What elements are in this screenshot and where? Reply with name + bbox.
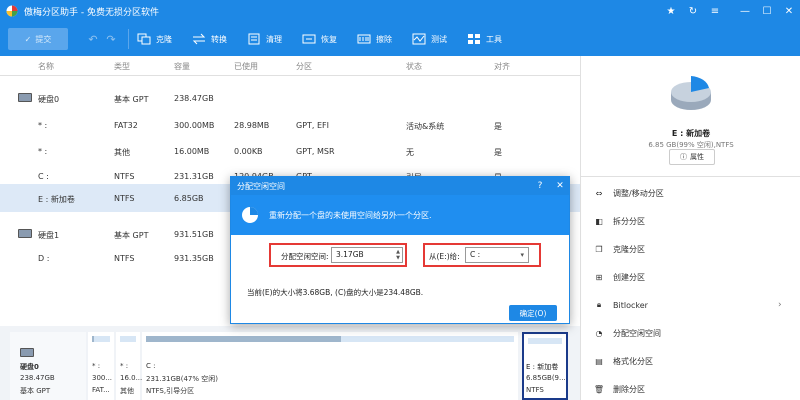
wipe-icon (357, 34, 371, 44)
usage-bar (120, 336, 136, 342)
maximize-button[interactable]: ☐ (756, 0, 778, 22)
table-row[interactable]: * : FAT32 300.00MB 28.98MB GPT, EFI 活动&系… (0, 111, 580, 139)
check-icon: ✓ (24, 34, 32, 44)
dialog-banner: 重新分配一个盘的未使用空间给另外一个分区. (231, 195, 569, 235)
dialog-title: 分配空闲空间 (237, 181, 285, 191)
disk-map-partition[interactable]: * : 16.0... 其他 (116, 332, 142, 400)
column-header[interactable]: 状态 (406, 61, 422, 72)
clone-icon: ❐ (595, 244, 603, 254)
dialog-close-button[interactable]: ✕ (551, 177, 569, 195)
drive-pie-icon (671, 76, 711, 110)
usage-bar (146, 336, 514, 342)
recover-icon (302, 34, 316, 44)
dialog-body: 分配空闲空间: 3.17GB ▲ ▼ 从(E:)给: C : ▾ 当前(E)的大小… (231, 235, 569, 323)
hard-disk-icon (18, 229, 32, 238)
clone-button[interactable]: 克隆 (137, 33, 172, 45)
properties-button[interactable]: ⓘ 属性 (669, 149, 715, 165)
table-row[interactable]: * : 其他 16.00MB 0.00KB GPT, MSR 无 是 (0, 137, 580, 165)
disk-row[interactable]: 硬盘0 基本 GPT 238.47GB (0, 84, 580, 112)
op-resize-move[interactable]: ⇔ 调整/移动分区 (593, 186, 664, 200)
chevron-down-icon: ▾ (520, 251, 524, 259)
hard-disk-icon (20, 348, 34, 357)
divider (581, 176, 800, 177)
recover-button[interactable]: 恢复 (302, 33, 337, 45)
lock-icon: 🔒︎ (596, 300, 602, 309)
undo-icon[interactable]: ↶ (86, 33, 100, 46)
from-drive-select[interactable]: C : ▾ (465, 247, 529, 263)
disk-map-disk-label[interactable]: 硬盘0 238.47GB 基本 GPT (10, 332, 86, 400)
wipe-button[interactable]: 擦除 (357, 33, 392, 45)
redo-icon[interactable]: ↷ (104, 33, 118, 46)
free-space-label: 分配空闲空间: (281, 252, 329, 261)
op-clone[interactable]: ❐ 克隆分区 (593, 242, 645, 256)
column-header[interactable]: 名称 (38, 61, 54, 72)
chevron-right-icon: › (778, 300, 782, 310)
split-icon: ◧ (595, 216, 603, 226)
op-create[interactable]: ⊞ 创建分区 (593, 270, 645, 284)
app-logo-icon (6, 5, 18, 17)
title-bar: 傲梅分区助手 - 免费无损分区软件 ★ ↻ ≡ — ☐ ✕ (0, 0, 800, 22)
menu-icon[interactable]: ≡ (704, 0, 726, 22)
dialog-title-bar: 分配空闲空间 ? ✕ (231, 177, 569, 195)
trash-icon: 🗑︎ (593, 384, 605, 394)
drive-name: E : 新加卷 (671, 129, 711, 138)
clean-icon (248, 33, 260, 45)
op-allocate-free-space[interactable]: ◔ 分配空闲空间 (593, 326, 662, 340)
from-drive-label: 从(E:)给: (429, 252, 460, 261)
dialog-description: 重新分配一个盘的未使用空间给另外一个分区. (269, 210, 432, 220)
tools-icon (468, 34, 480, 44)
column-header[interactable]: 类型 (114, 61, 130, 72)
op-format[interactable]: ▤ 格式化分区 (593, 354, 653, 368)
submit-label: 提交 (35, 34, 52, 44)
usage-bar (528, 338, 562, 344)
close-button[interactable]: ✕ (778, 0, 800, 22)
usage-bar (92, 336, 110, 342)
pie-chart-icon (242, 207, 258, 223)
column-header[interactable]: 对齐 (494, 61, 510, 72)
size-info-text: 当前(E)的大小将3.68GB, (C)盘的大小是234.48GB. (247, 288, 424, 297)
toolbar-divider (128, 29, 129, 49)
convert-icon (192, 33, 206, 45)
window-title: 傲梅分区助手 - 免费无损分区软件 (24, 7, 159, 18)
op-bitlocker[interactable]: 🔒︎ Bitlocker › (593, 298, 782, 312)
hard-disk-icon (18, 93, 32, 102)
clone-icon (137, 33, 151, 45)
spin-arrows-icon[interactable]: ▲ ▼ (396, 249, 400, 261)
tools-button[interactable]: 工具 (467, 33, 502, 45)
allocate-icon: ◔ (595, 328, 603, 338)
op-split[interactable]: ◧ 拆分分区 (593, 214, 645, 228)
refresh-icon[interactable]: ↻ (682, 0, 704, 22)
operations-panel: E : 新加卷 6.85 GB(99% 空闲),NTFS ⓘ 属性 ⇔ 调整/移… (580, 56, 800, 400)
column-header[interactable]: 容量 (174, 61, 190, 72)
info-icon: ⓘ (680, 153, 687, 161)
resize-icon: ⇔ (595, 188, 603, 198)
create-icon: ⊞ (595, 272, 603, 282)
ok-button[interactable]: 确定(O) (509, 305, 557, 321)
disk-map-partition[interactable]: * : 300... FAT... (88, 332, 114, 400)
column-header[interactable]: 已使用 (234, 61, 258, 72)
allocate-free-space-dialog: 分配空闲空间 ? ✕ 重新分配一个盘的未使用空间给另外一个分区. 分配空闲空间:… (230, 176, 570, 324)
toolbar: ✓ 提交 ↶ ↷ 克隆 转换 清理 恢复 擦除 测试 工具 (0, 22, 800, 56)
test-button[interactable]: 测试 (412, 33, 447, 45)
column-header[interactable]: 分区 (296, 61, 312, 72)
disk-map-partition[interactable]: C : 231.31GB(47% 空闲) NTFS,引导分区 (142, 332, 518, 400)
star-icon[interactable]: ★ (660, 0, 682, 22)
disk-map: 硬盘0 238.47GB 基本 GPT * : 300... FAT... * … (0, 326, 580, 400)
convert-button[interactable]: 转换 (192, 33, 227, 45)
format-icon: ▤ (595, 356, 603, 366)
clean-button[interactable]: 清理 (247, 33, 282, 45)
help-button[interactable]: ? (531, 177, 549, 195)
test-icon (412, 33, 426, 45)
free-space-spinbox[interactable]: 3.17GB ▲ ▼ (331, 247, 403, 263)
table-header: 名称 类型 容量 已使用 分区 状态 对齐 (0, 56, 580, 76)
minimize-button[interactable]: — (734, 0, 756, 22)
op-delete[interactable]: 🗑︎ 删除分区 (593, 382, 645, 396)
disk-map-partition-selected[interactable]: E : 新加卷 6.85GB(9... NTFS (522, 332, 568, 400)
submit-button[interactable]: ✓ 提交 (8, 28, 68, 50)
